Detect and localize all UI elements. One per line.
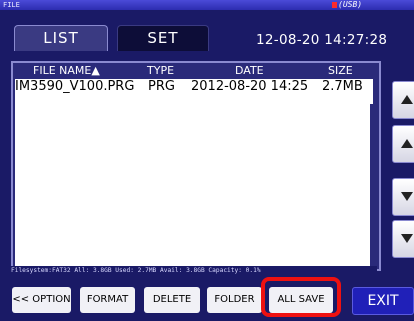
line-down-button[interactable] xyxy=(392,178,414,216)
delete-button[interactable]: DELETE xyxy=(144,287,200,313)
tab-set[interactable]: SET xyxy=(117,25,209,51)
page-down-icon xyxy=(401,234,413,243)
tab-band: LIST SET 12-08-20 14:27:28 xyxy=(0,10,414,53)
datetime-display: 12-08-20 14:27:28 xyxy=(256,32,388,48)
all-save-highlight xyxy=(261,277,341,317)
file-list-header: FILE NAME▲ TYPE DATE SIZE xyxy=(13,63,379,79)
file-name: IM3590_V100.PRG xyxy=(15,79,135,94)
option-button[interactable]: << OPTION xyxy=(12,287,71,313)
window-titlebar: FILE (USB) xyxy=(0,0,414,10)
file-date: 2012-08-20 14:25 xyxy=(191,79,309,94)
file-type: PRG xyxy=(148,79,175,94)
file-list-panel: FILE NAME▲ TYPE DATE SIZE IM3590_V100.PR… xyxy=(0,53,414,275)
line-down-icon xyxy=(401,192,413,201)
file-row[interactable]: IM3590_V100.PRG PRG 2012-08-20 14:25 2.7… xyxy=(15,79,370,94)
list-scroll-thumb[interactable] xyxy=(368,79,373,104)
folder-button[interactable]: FOLDER xyxy=(207,287,262,313)
file-list-body: IM3590_V100.PRG PRG 2012-08-20 14:25 2.7… xyxy=(15,79,370,267)
column-header-size[interactable]: SIZE xyxy=(328,64,353,77)
file-size: 2.7MB xyxy=(322,79,363,94)
format-button[interactable]: FORMAT xyxy=(80,287,135,313)
page-down-button[interactable] xyxy=(392,220,414,258)
file-list: FILE NAME▲ TYPE DATE SIZE IM3590_V100.PR… xyxy=(11,61,381,271)
usb-label: USB xyxy=(342,0,358,9)
usb-status-icon xyxy=(332,2,337,8)
line-up-button[interactable] xyxy=(392,125,414,163)
tab-list[interactable]: LIST xyxy=(14,25,108,51)
file-screen: LIST SET 12-08-20 14:27:28 FILE NAME▲ TY… xyxy=(0,10,414,321)
line-up-icon xyxy=(401,139,413,148)
page-up-button[interactable] xyxy=(392,81,414,119)
column-header-file-name[interactable]: FILE NAME▲ xyxy=(33,64,100,77)
column-header-type[interactable]: TYPE xyxy=(147,64,174,77)
filesystem-status: Filesystem:FAT32 All: 3.8GB Used: 2.7MB … xyxy=(11,266,377,275)
page-up-icon xyxy=(401,95,413,104)
usb-indicator: (USB) xyxy=(332,0,362,10)
window-title: FILE xyxy=(3,1,20,9)
bottom-toolbar: << OPTION FORMAT DELETE FOLDER ALL SAVE … xyxy=(0,275,414,321)
column-header-date[interactable]: DATE xyxy=(235,64,264,77)
